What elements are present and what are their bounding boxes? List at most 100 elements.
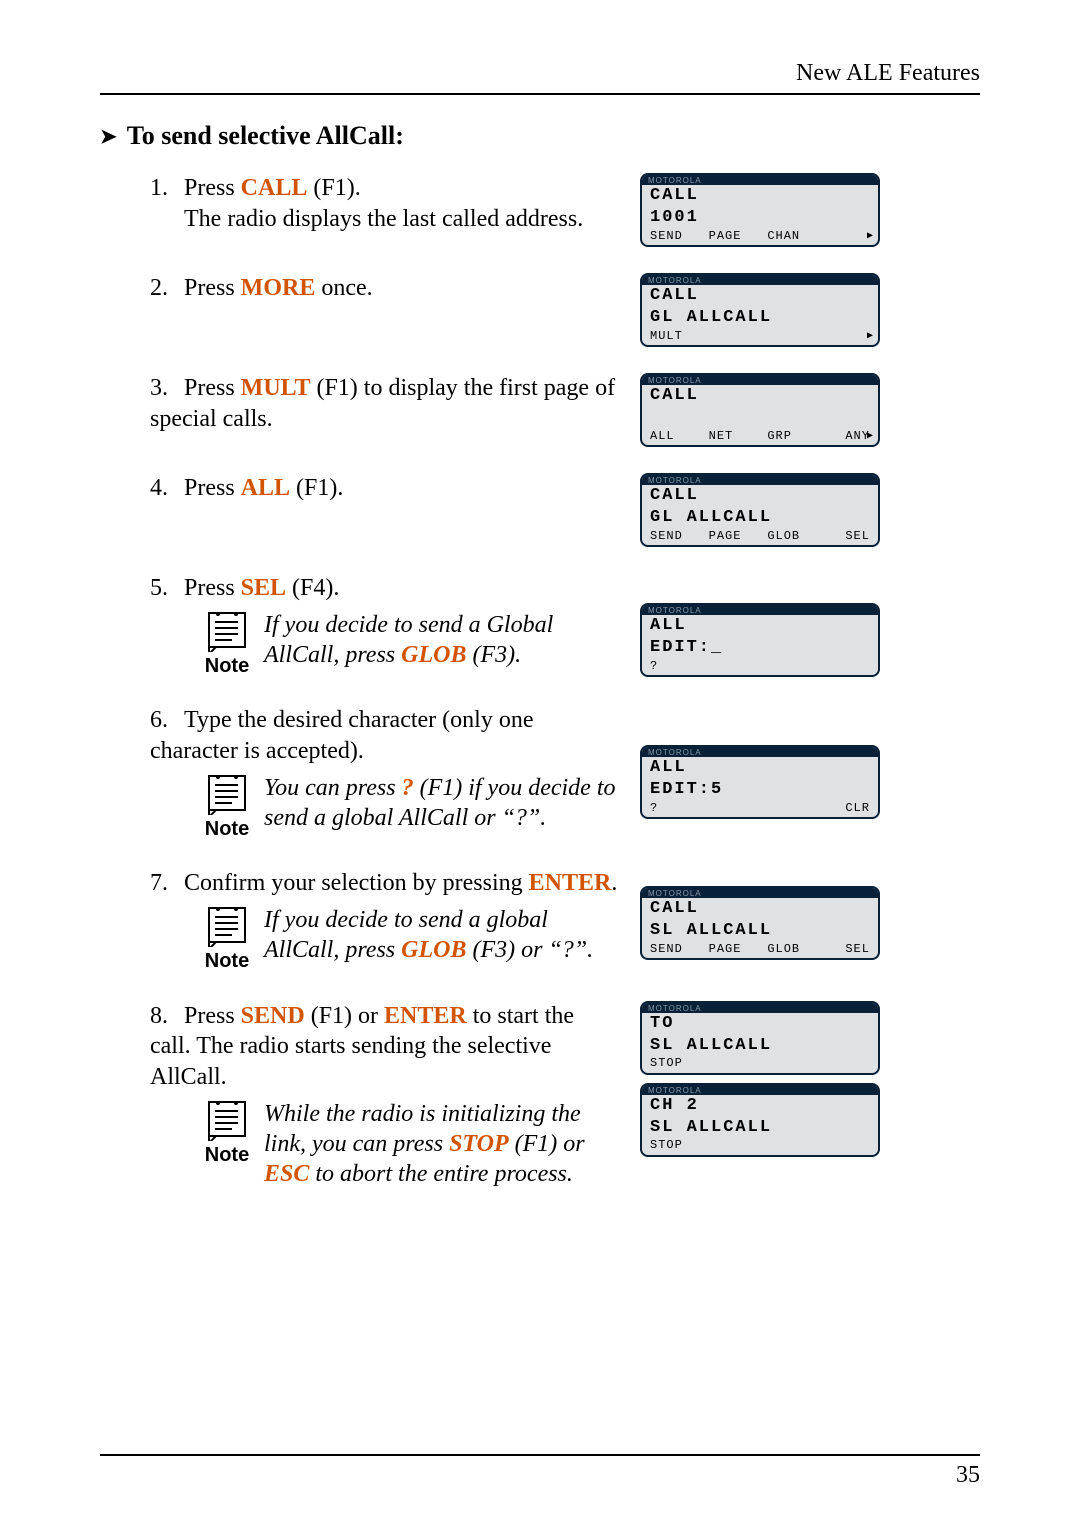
key-send: SEND bbox=[241, 1003, 305, 1029]
lcd-line-1: CALL bbox=[642, 485, 878, 507]
step-text: 1.Press CALL (F1). The radio displays th… bbox=[100, 173, 620, 234]
step-a: Press bbox=[184, 1003, 241, 1029]
page-number: 35 bbox=[100, 1462, 980, 1489]
lcd-softkeys: SEND PAGE CHAN ▶ bbox=[642, 229, 878, 245]
softkey-f1: SEND bbox=[650, 229, 694, 243]
note-b: (F3) or “?”. bbox=[466, 937, 593, 963]
note-b: (F1) or bbox=[509, 1131, 585, 1157]
screen-col: MOTOROLA CALL GL ALLCALL SEND PAGE GLOB … bbox=[620, 473, 980, 547]
softkey-f1: MULT bbox=[650, 329, 694, 343]
step-num: 3. bbox=[150, 373, 184, 404]
step-num: 6. bbox=[150, 705, 184, 736]
softkey-f1: SEND bbox=[650, 529, 694, 543]
lcd-brand: MOTOROLA bbox=[642, 888, 878, 898]
lcd-line-1: TO bbox=[642, 1013, 878, 1035]
note-b: (F3). bbox=[466, 642, 521, 668]
lcd-softkeys: SEND PAGE GLOB SEL bbox=[642, 942, 878, 958]
lcd-display-3: MOTOROLA CALL ALL NET GRP ANY ▶ bbox=[640, 373, 880, 447]
key-glob: GLOB bbox=[401, 642, 466, 668]
key-more: MORE bbox=[241, 275, 316, 301]
step-pre: Press bbox=[184, 575, 241, 601]
step-post: (F1). bbox=[290, 475, 343, 501]
lcd-line-1: CALL bbox=[642, 385, 878, 407]
note-block: Note If you decide to send a global AllC… bbox=[204, 905, 620, 975]
note-block: Note You can press ? (F1) if you decide … bbox=[204, 773, 620, 843]
more-arrow-icon: ▶ bbox=[867, 230, 874, 242]
lcd-line-1: CALL bbox=[642, 898, 878, 920]
lcd-brand: MOTOROLA bbox=[642, 747, 878, 757]
running-head: New ALE Features bbox=[100, 60, 980, 87]
step-text: 8.Press SEND (F1) or ENTER to start the … bbox=[100, 1001, 620, 1189]
key-all: ALL bbox=[241, 475, 290, 501]
note-block: Note While the radio is initializing the… bbox=[204, 1099, 620, 1189]
lcd-display-8b: MOTOROLA CH 2 SL ALLCALL STOP bbox=[640, 1083, 880, 1157]
softkey-f1: STOP bbox=[650, 1056, 694, 1070]
softkey-f3: GLOB bbox=[767, 942, 811, 956]
note-label: Note bbox=[205, 654, 249, 680]
note-text: If you decide to send a Global AllCall, … bbox=[264, 610, 620, 670]
step-pre: Press bbox=[184, 375, 241, 401]
note-icon: Note bbox=[204, 773, 250, 843]
note-a: You can press bbox=[264, 775, 402, 801]
lcd-display-7: MOTOROLA CALL SL ALLCALL SEND PAGE GLOB … bbox=[640, 886, 880, 960]
softkey-f2: PAGE bbox=[709, 229, 753, 243]
lcd-brand: MOTOROLA bbox=[642, 475, 878, 485]
step-2: 2.Press MORE once. MOTOROLA CALL GL ALLC… bbox=[100, 273, 980, 347]
more-arrow-icon: ▶ bbox=[867, 330, 874, 342]
step-pre: Press bbox=[184, 475, 241, 501]
screen-col: MOTOROLA ALL EDIT:5 ? CLR bbox=[620, 705, 980, 819]
lcd-line-2 bbox=[642, 407, 878, 429]
lcd-softkeys: ? CLR bbox=[642, 801, 878, 817]
key-enter: ENTER bbox=[384, 1003, 467, 1029]
section-title-text: To send selective AllCall: bbox=[127, 121, 404, 151]
step-post: . bbox=[611, 870, 617, 896]
step-7: 7.Confirm your selection by pressing ENT… bbox=[100, 868, 980, 974]
lcd-line-1: CALL bbox=[642, 285, 878, 307]
step-text: 7.Confirm your selection by pressing ENT… bbox=[100, 868, 620, 974]
softkey-f2: PAGE bbox=[709, 942, 753, 956]
note-text: If you decide to send a global AllCall, … bbox=[264, 905, 620, 965]
softkey-f2: PAGE bbox=[709, 529, 753, 543]
key-call: CALL bbox=[241, 175, 308, 201]
step-num: 5. bbox=[150, 573, 184, 604]
key-esc: ESC bbox=[264, 1161, 309, 1187]
step-b: (F1) or bbox=[305, 1003, 384, 1029]
step-1: 1.Press CALL (F1). The radio displays th… bbox=[100, 173, 980, 247]
lcd-brand: MOTOROLA bbox=[642, 275, 878, 285]
lcd-brand: MOTOROLA bbox=[642, 1003, 878, 1013]
screen-col: MOTOROLA ALL EDIT:_ ? bbox=[620, 573, 980, 677]
lcd-softkeys: STOP bbox=[642, 1139, 878, 1155]
step-post: (F4). bbox=[286, 575, 339, 601]
step-num: 4. bbox=[150, 473, 184, 504]
step-text: 3.Press MULT (F1) to display the first p… bbox=[100, 373, 620, 434]
key-mult: MULT bbox=[241, 375, 311, 401]
softkey-f1: ALL bbox=[650, 429, 694, 443]
step-pre: Press bbox=[184, 175, 241, 201]
lcd-brand: MOTOROLA bbox=[642, 605, 878, 615]
key-q: ? bbox=[402, 775, 414, 801]
softkey-f1: SEND bbox=[650, 942, 694, 956]
lcd-line-2: SL ALLCALL bbox=[642, 1035, 878, 1057]
step-6: 6.Type the desired character (only one c… bbox=[100, 705, 980, 842]
key-stop: STOP bbox=[449, 1131, 509, 1157]
screen-col: MOTOROLA TO SL ALLCALL STOP MOTOROLA CH … bbox=[620, 1001, 980, 1157]
key-glob: GLOB bbox=[401, 937, 466, 963]
lcd-line-2: EDIT:_ bbox=[642, 637, 878, 659]
foot-rule bbox=[100, 1454, 980, 1456]
step-num: 7. bbox=[150, 868, 184, 899]
softkey-f4: SEL bbox=[826, 529, 870, 543]
step-post: once. bbox=[315, 275, 372, 301]
softkey-f3: GRP bbox=[767, 429, 811, 443]
page-footer: 35 bbox=[100, 1454, 980, 1489]
key-enter: ENTER bbox=[529, 870, 612, 896]
screen-col: MOTOROLA CALL SL ALLCALL SEND PAGE GLOB … bbox=[620, 868, 980, 960]
note-icon: Note bbox=[204, 905, 250, 975]
softkey-f1: ? bbox=[650, 801, 694, 815]
note-icon: Note bbox=[204, 1099, 250, 1169]
lcd-softkeys: SEND PAGE GLOB SEL bbox=[642, 529, 878, 545]
step-num: 1. bbox=[150, 173, 184, 204]
softkey-f1: STOP bbox=[650, 1138, 694, 1152]
more-arrow-icon: ▶ bbox=[867, 430, 874, 442]
screen-col: MOTOROLA CALL 1001 SEND PAGE CHAN ▶ bbox=[620, 173, 980, 247]
lcd-line-2: 1001 bbox=[642, 207, 878, 229]
